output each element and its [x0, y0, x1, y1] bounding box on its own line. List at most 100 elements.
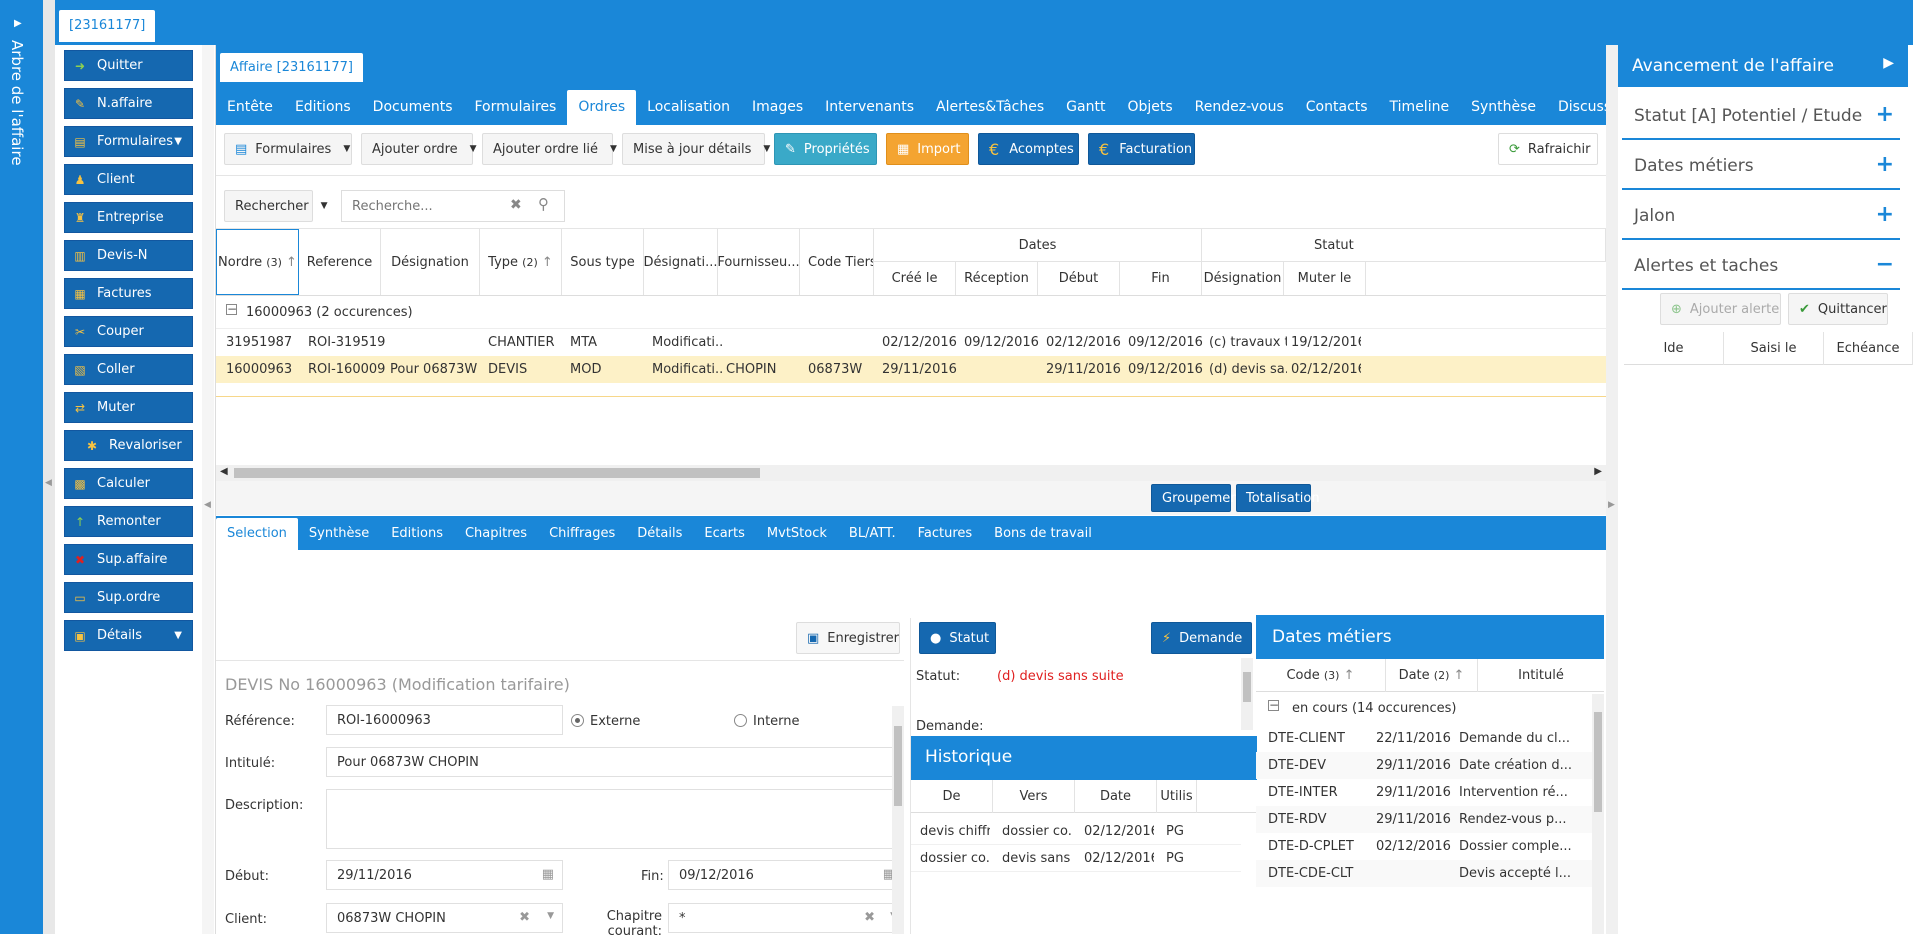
formulaires-dropdown[interactable]: ▤ Formulaires ▼ — [224, 133, 352, 165]
left-button-sup-affaire[interactable]: ✖ Sup.affaire — [64, 544, 193, 575]
import-button[interactable]: ▦ Import — [886, 133, 969, 165]
interne-radio[interactable]: Interne — [734, 714, 800, 729]
col-intitule[interactable]: Intitulé — [1478, 659, 1604, 692]
col-debut[interactable]: Début — [1038, 262, 1120, 295]
tab-contacts[interactable]: Contacts — [1295, 90, 1379, 125]
ajouter-alerte-button[interactable]: ⊕ Ajouter alerte — [1660, 293, 1781, 325]
col-designation[interactable]: Désignation — [381, 229, 480, 295]
hist-col-header[interactable]: Date — [1075, 780, 1157, 813]
left-button-coller[interactable]: ▧ Coller — [64, 354, 193, 385]
col-designation2[interactable]: Désignati... — [644, 229, 718, 295]
tab-synth-se[interactable]: Synthèse — [1460, 90, 1547, 125]
totalisation-button[interactable]: Totalisation — [1236, 484, 1320, 512]
expand-icon[interactable]: + — [1876, 202, 1894, 227]
col-statut-designation[interactable]: Désignation — [1202, 262, 1284, 295]
left-button-quitter[interactable]: ➜ Quitter — [64, 50, 193, 81]
tab-alertes-t-ches[interactable]: Alertes&Tâches — [925, 90, 1055, 125]
collapse-icon[interactable]: − — [226, 303, 237, 315]
tab-timeline[interactable]: Timeline — [1379, 90, 1461, 125]
left-button-remonter[interactable]: ↑ Remonter — [64, 506, 193, 537]
dates-row[interactable]: DTE-D-CPLET 02/12/2016 Dossier comple... — [1256, 833, 1592, 860]
left-button-devis-n[interactable]: ▥ Devis-N — [64, 240, 193, 271]
historique-row[interactable]: devis chiffré dossier co... 02/12/2016 PG — [911, 818, 1241, 845]
subtab-synth-se[interactable]: Synthèse — [298, 518, 380, 550]
proprietes-button[interactable]: ✎ Propriétés — [774, 133, 877, 165]
col-cree-le[interactable]: Créé le — [874, 262, 956, 295]
avancement-header[interactable]: Avancement de l'affaire ▶ — [1618, 45, 1908, 87]
tab-ent-te[interactable]: Entête — [216, 90, 284, 125]
left-button-calculer[interactable]: ▩ Calculer — [64, 468, 193, 499]
left-button-n-affaire[interactable]: ✎ N.affaire — [64, 88, 193, 119]
statut-button[interactable]: ● Statut — [919, 622, 996, 654]
expand-icon[interactable]: + — [1876, 152, 1894, 177]
tab-ordres[interactable]: Ordres — [567, 90, 637, 125]
description-field[interactable] — [326, 789, 904, 849]
rafraichir-button[interactable]: ⟳ Rafraichir — [1498, 133, 1598, 165]
debut-field[interactable]: 29/11/2016 ▦ — [326, 860, 563, 890]
alert-col-header[interactable]: Saisi le — [1724, 332, 1824, 365]
ajouter-ordre-lie-dropdown[interactable]: Ajouter ordre lié ▼ — [482, 133, 617, 165]
dates-row[interactable]: DTE-RDV 29/11/2016 Rendez-vous p... — [1256, 806, 1592, 833]
expand-icon[interactable]: + — [1876, 102, 1894, 127]
subtab-chapitres[interactable]: Chapitres — [454, 518, 538, 550]
left-button-client[interactable]: ♟ Client — [64, 164, 193, 195]
tab-rendez-vous[interactable]: Rendez-vous — [1184, 90, 1295, 125]
col-fournisseur[interactable]: Fournisseu... — [717, 229, 800, 295]
alert-col-header[interactable]: Ide — [1624, 332, 1724, 365]
tab-formulaires[interactable]: Formulaires — [464, 90, 568, 125]
col-muter-le[interactable]: Muter le — [1284, 262, 1366, 295]
col-reference[interactable]: Reference — [299, 229, 381, 295]
tab-affair-number[interactable]: [23161177] — [59, 10, 156, 42]
table-row[interactable]: 31951987 ROI-319519... CHANTIER MTA Modifica… — [216, 329, 1606, 356]
subtab-selection[interactable]: Selection — [216, 518, 298, 550]
fin-field[interactable]: 09/12/2016 ▦ — [668, 860, 904, 890]
left-button-d-tails[interactable]: ▣ Détails ▼ — [64, 620, 193, 651]
chapitre-field[interactable]: *✖▼ — [668, 903, 904, 933]
horizontal-scrollbar[interactable]: ◀ ▶ — [216, 465, 1606, 481]
right-section-0[interactable]: Statut [A] Potentiel / Etude + — [1622, 92, 1900, 140]
form-scrollbar[interactable] — [892, 706, 904, 934]
tree-sidebar[interactable]: ▶ Arbre de l'affaire — [0, 0, 43, 934]
tab-documents[interactable]: Documents — [362, 90, 464, 125]
collapse-icon[interactable]: − — [1876, 252, 1894, 277]
col-nordre[interactable]: Nordre (3) ↑ — [216, 229, 299, 295]
left-button-sup-ordre[interactable]: ▭ Sup.ordre — [64, 582, 193, 613]
hist-col-header[interactable]: Vers — [993, 780, 1075, 813]
ajouter-ordre-dropdown[interactable]: Ajouter ordre ▼ — [361, 133, 477, 165]
col-code-tiers[interactable]: Code Tiers pr — [800, 229, 874, 295]
left-button-entreprise[interactable]: ♜ Entreprise — [64, 202, 193, 233]
subtab-editions[interactable]: Editions — [380, 518, 454, 550]
clear-icon[interactable]: ✖ — [510, 197, 522, 213]
intitule-field[interactable]: Pour 06873W CHOPIN — [326, 747, 904, 777]
subtab-ecarts[interactable]: Ecarts — [693, 518, 756, 550]
left-button-couper[interactable]: ✂ Couper — [64, 316, 193, 347]
right-section-1[interactable]: Dates métiers + — [1622, 142, 1900, 190]
right-splitter[interactable]: ▶ — [1606, 45, 1618, 934]
dates-row[interactable]: DTE-CLIENT 22/11/2016 Demande du cl... — [1256, 725, 1592, 752]
tab-objets[interactable]: Objets — [1116, 90, 1183, 125]
dates-row[interactable]: DTE-DEV 29/11/2016 Date création d... — [1256, 752, 1592, 779]
demande-button[interactable]: ⚡ Demande — [1151, 622, 1252, 654]
subtab-mvtstock[interactable]: MvtStock — [756, 518, 838, 550]
group-row[interactable]: − 16000963 (2 occurences) — [216, 296, 1606, 329]
sidebar-splitter[interactable]: ◀ — [43, 0, 55, 934]
subtab-d-tails[interactable]: Détails — [626, 518, 693, 550]
right-section-3[interactable]: Alertes et taches − — [1622, 242, 1900, 290]
hist-col-header[interactable]: Utilis — [1157, 780, 1197, 813]
enregistrer-button[interactable]: ▣ Enregistrer — [796, 622, 900, 654]
table-row[interactable]: 16000963 ROI-160009... Pour 06873W ... DEVI… — [216, 356, 1606, 383]
left-button-revaloriser[interactable]: ✱ Revaloriser — [64, 430, 193, 461]
tab-localisation[interactable]: Localisation — [636, 90, 741, 125]
facturation-button[interactable]: € Facturation — [1088, 133, 1195, 165]
hist-col-header[interactable]: De — [911, 780, 993, 813]
dates-row[interactable]: DTE-CDE-CLT Devis accepté l... — [1256, 860, 1592, 887]
acomptes-button[interactable]: € Acomptes — [978, 133, 1079, 165]
col-reception[interactable]: Réception — [956, 262, 1038, 295]
col-fin[interactable]: Fin — [1120, 262, 1202, 295]
quittancer-button[interactable]: ✔ Quittancer — [1788, 293, 1888, 325]
dates-scrollbar[interactable] — [1592, 694, 1604, 934]
expand-arrow-icon[interactable]: ▶ — [14, 18, 22, 29]
tab-gantt[interactable]: Gantt — [1055, 90, 1116, 125]
groupement-button[interactable]: Groupement — [1151, 484, 1244, 512]
search-mode-dropdown[interactable]: Rechercher ▼ — [224, 190, 328, 222]
